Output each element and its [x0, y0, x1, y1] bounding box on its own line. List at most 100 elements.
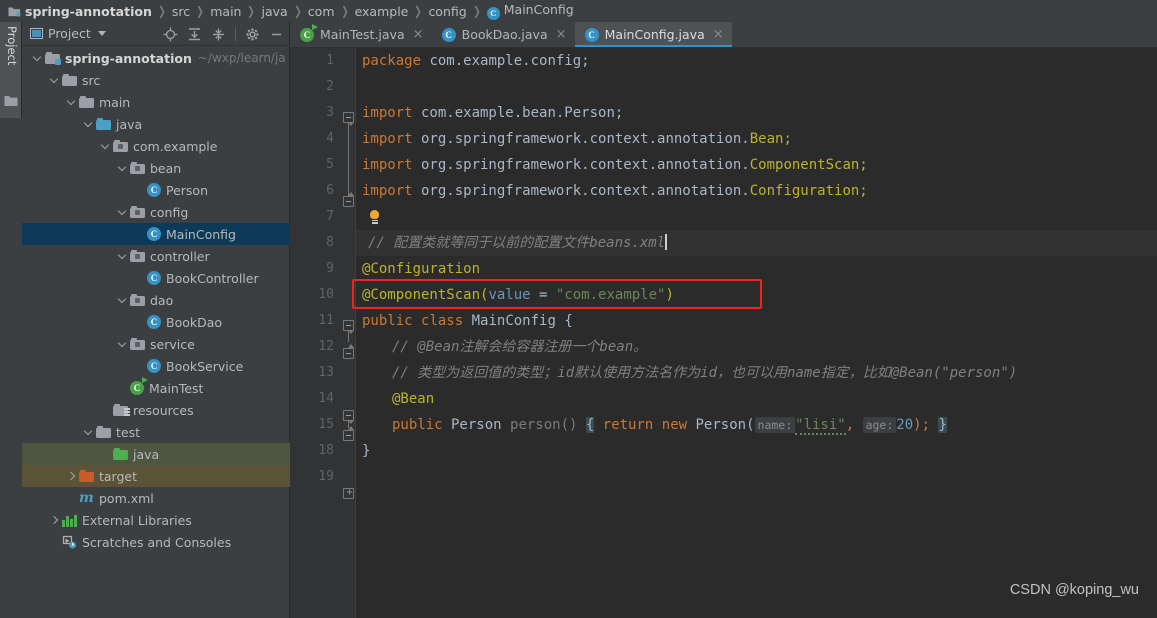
- fold-marker-annotation-end[interactable]: [343, 344, 354, 359]
- expand-all-icon[interactable]: [187, 27, 202, 42]
- fold-marker-comment-end[interactable]: [343, 426, 354, 441]
- editor-tab-mainconfig-java[interactable]: C MainConfig.java ×: [574, 22, 732, 47]
- breadcrumb-item-src[interactable]: src: [172, 4, 190, 19]
- tree-item-java[interactable]: java: [22, 443, 290, 465]
- tree-item-java[interactable]: java: [22, 113, 290, 135]
- fold-marker-imports-end[interactable]: [343, 192, 354, 207]
- chevron-down-icon[interactable]: [66, 96, 78, 108]
- argument-age-value: 20: [896, 417, 914, 433]
- tree-item-label: java: [133, 446, 160, 462]
- breadcrumb-separator: ❯: [414, 4, 423, 18]
- source-folder-icon: [96, 118, 111, 130]
- close-icon[interactable]: ×: [556, 28, 567, 41]
- breadcrumb-item-config[interactable]: config: [428, 4, 466, 19]
- modifier-public: public: [392, 417, 443, 433]
- code-line-8: // 配置类就等同于以前的配置文件beans.xml: [356, 230, 1157, 256]
- chevron-down-icon[interactable]: [117, 162, 129, 174]
- tree-item-label: BookDao: [166, 314, 223, 330]
- tree-item-dao[interactable]: dao: [22, 289, 290, 311]
- tree-item-bookservice[interactable]: C BookService: [22, 355, 290, 377]
- chevron-down-icon[interactable]: [117, 338, 129, 350]
- chevron-right-icon[interactable]: [49, 514, 61, 526]
- chevron-down-icon[interactable]: [117, 206, 129, 218]
- breadcrumb-item-com[interactable]: com: [308, 4, 335, 19]
- chevron-down-icon[interactable]: [117, 250, 129, 262]
- tree-item-controller[interactable]: controller: [22, 245, 290, 267]
- tree-item-label: pom.xml: [99, 490, 154, 506]
- argument-name-value: "lisi": [795, 417, 846, 435]
- line-number-11: 11: [318, 313, 334, 328]
- tree-item-label: BookService: [166, 358, 244, 374]
- breadcrumb-separator: ❯: [293, 4, 302, 18]
- package-name: com.example.config;: [421, 53, 590, 69]
- fold-marker-imports-start[interactable]: [343, 112, 354, 126]
- line-number-19: 19: [318, 469, 334, 484]
- chevron-down-icon[interactable]: [83, 426, 95, 438]
- close-icon[interactable]: ×: [713, 28, 724, 41]
- chevron-down-icon[interactable]: [97, 31, 106, 36]
- tree-item-external-libraries[interactable]: External Libraries: [22, 509, 290, 531]
- class-icon: C: [147, 271, 161, 285]
- fold-gutter[interactable]: [342, 48, 356, 618]
- code-editor[interactable]: 1 2 3 4 5 6 7 8 9 10 11 12 13 14 15 18 19: [290, 48, 1157, 618]
- chevron-down-icon[interactable]: [83, 118, 95, 130]
- chevron-down-icon[interactable]: [49, 74, 61, 86]
- tree-item-resources[interactable]: resources: [22, 399, 290, 421]
- tree-item-service[interactable]: service: [22, 333, 290, 355]
- tree-item-target[interactable]: target: [22, 465, 290, 487]
- tree-item-person[interactable]: C Person: [22, 179, 290, 201]
- folder-icon: [96, 426, 111, 438]
- breadcrumb-item-main[interactable]: main: [210, 4, 241, 19]
- tree-item-bookcontroller[interactable]: C BookController: [22, 267, 290, 289]
- keyword-return: return: [602, 417, 654, 433]
- locate-target-icon[interactable]: [163, 27, 178, 42]
- code-line-12: // @Bean注解会给容器注册一个bean。: [356, 334, 647, 360]
- breadcrumb-item-java[interactable]: java: [262, 4, 288, 19]
- scratches-icon: [62, 535, 77, 549]
- project-tree[interactable]: spring-annotation ~/wxp/learn/ja src main ja…: [22, 47, 290, 618]
- keyword-import: import: [362, 157, 413, 173]
- intention-bulb-icon[interactable]: [369, 210, 380, 224]
- folder-icon: [62, 74, 77, 86]
- tree-item-spring-annotation[interactable]: spring-annotation ~/wxp/learn/ja: [22, 47, 290, 69]
- gear-icon[interactable]: [245, 27, 260, 42]
- editor-tab-maintest-java[interactable]: C MainTest.java ×: [290, 22, 432, 47]
- fold-marker-comment-start[interactable]: [343, 410, 354, 424]
- breadcrumb-separator: ❯: [472, 4, 481, 18]
- chevron-down-icon[interactable]: [100, 140, 112, 152]
- code-line-4: import org.springframework.context.annot…: [356, 126, 792, 152]
- tree-item-config[interactable]: config: [22, 201, 290, 223]
- tree-item-label: main: [99, 94, 131, 110]
- close-icon[interactable]: ×: [413, 28, 424, 41]
- folder-icon[interactable]: [4, 92, 18, 106]
- collapse-all-icon[interactable]: [211, 27, 226, 42]
- breadcrumb-item-mainconfig[interactable]: C MainConfig: [486, 2, 574, 20]
- tree-item-label: Person: [166, 182, 209, 198]
- chevron-down-icon[interactable]: [117, 294, 129, 306]
- code-text-layer[interactable]: package com.example.config; import com.e…: [356, 48, 1157, 618]
- fold-marker-class-start[interactable]: [343, 320, 354, 334]
- tree-item-src[interactable]: src: [22, 69, 290, 91]
- tree-item-pom-xml[interactable]: m pom.xml: [22, 487, 290, 509]
- tree-item-main[interactable]: main: [22, 91, 290, 113]
- tree-item-test[interactable]: test: [22, 421, 290, 443]
- chevron-right-icon[interactable]: [66, 470, 78, 482]
- breadcrumb-item-project[interactable]: spring-annotation: [8, 4, 152, 19]
- tree-item-maintest[interactable]: C MainTest: [22, 377, 290, 399]
- project-panel-title-group[interactable]: Project: [22, 26, 106, 41]
- fold-marker-method-collapsed[interactable]: [343, 487, 355, 499]
- minimize-icon[interactable]: [269, 27, 284, 42]
- tree-item-bean[interactable]: bean: [22, 157, 290, 179]
- editor-gutter[interactable]: 1 2 3 4 5 6 7 8 9 10 11 12 13 14 15 18 19: [290, 48, 356, 618]
- tree-item-label: Scratches and Consoles: [82, 534, 232, 550]
- breadcrumb-item-example[interactable]: example: [355, 4, 409, 19]
- editor-tab-bookdao-java[interactable]: C BookDao.java ×: [432, 22, 575, 47]
- tree-item-scratches-and-consoles[interactable]: Scratches and Consoles: [22, 531, 290, 553]
- tree-item-bookdao[interactable]: C BookDao: [22, 311, 290, 333]
- runnable-class-icon: C: [130, 377, 148, 395]
- tree-item-com-example[interactable]: com.example: [22, 135, 290, 157]
- chevron-down-icon[interactable]: [32, 52, 44, 64]
- tree-item-mainconfig[interactable]: C MainConfig: [22, 223, 290, 245]
